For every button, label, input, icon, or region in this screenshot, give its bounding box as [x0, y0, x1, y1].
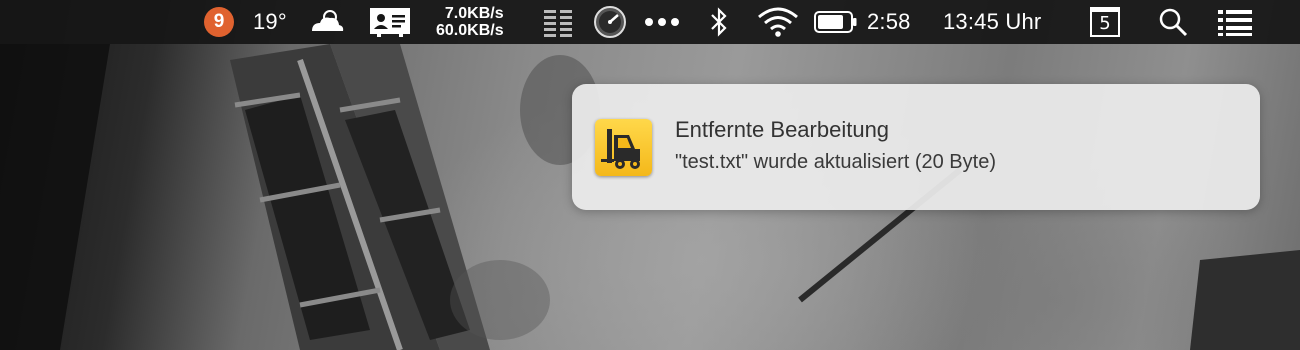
bluetooth-icon[interactable] — [708, 0, 730, 44]
clock-label: 13:45 Uhr — [943, 9, 1042, 34]
notification-center-icon[interactable] — [1217, 0, 1253, 44]
forklift-icon — [595, 119, 652, 176]
calendar-icon[interactable]: 5 — [1090, 0, 1120, 44]
badge-count: 9 — [204, 7, 234, 37]
notification-message: "test.txt" wurde aktualisiert (20 Byte) — [675, 151, 996, 173]
notification-count-badge[interactable]: 9 — [204, 0, 234, 44]
menubar-clock[interactable]: 13:45 Uhr — [943, 0, 1041, 44]
notification-banner[interactable]: Entfernte Bearbeitung "test.txt" wurde a… — [572, 84, 1260, 210]
weather-temperature[interactable]: 19° — [253, 0, 287, 44]
menu-bar: 9 19° 7.0KB/s 60.0KB/s 2:58 13:45 Uhr 5 — [0, 0, 1300, 44]
notification-title: Entfernte Bearbeitung — [675, 117, 890, 142]
spotlight-search-icon[interactable] — [1157, 0, 1189, 44]
wifi-icon[interactable] — [756, 0, 800, 44]
calendar-day: 5 — [1090, 7, 1120, 37]
network-speed-icon[interactable] — [542, 0, 574, 44]
activity-gauge-icon[interactable] — [593, 0, 627, 44]
download-speed: 60.0KB/s — [436, 22, 504, 39]
battery-icon[interactable] — [814, 0, 858, 44]
contact-card-icon[interactable] — [369, 0, 411, 44]
more-dots-icon[interactable] — [644, 0, 680, 44]
battery-time-label: 2:58 — [867, 9, 911, 34]
upload-speed: 7.0KB/s — [444, 5, 504, 22]
weather-icon[interactable] — [306, 0, 346, 44]
network-speed-monitor[interactable]: 7.0KB/s 60.0KB/s — [436, 0, 504, 44]
temperature-label: 19° — [253, 9, 287, 34]
battery-time[interactable]: 2:58 — [867, 0, 911, 44]
